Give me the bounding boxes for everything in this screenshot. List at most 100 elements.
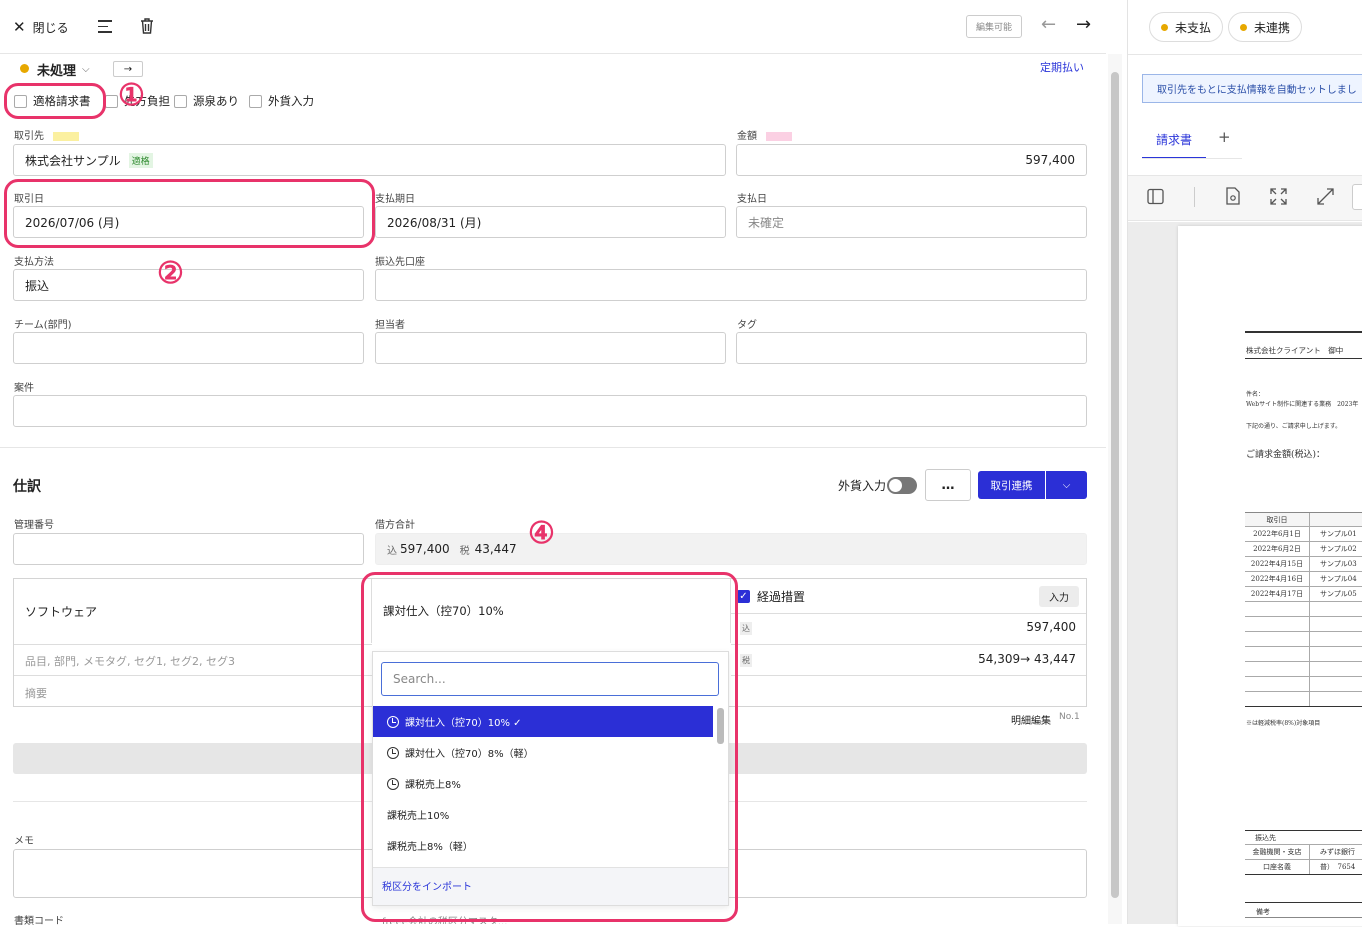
close-button[interactable]: ✕ 閉じる [13,18,69,36]
partner-label: 取引先 [14,127,79,142]
status-dot [1161,23,1168,31]
check-foreign-currency[interactable]: 外貨入力 [249,93,314,109]
tag-field[interactable] [736,332,1087,364]
pdf-cell: 2022年4月15日 [1245,557,1310,571]
more-button[interactable]: … [925,469,971,501]
pdf-subject-label: 件名： [1246,391,1265,398]
pdf-reduced-note: ※は軽減税率(8%)対象項目 [1246,720,1321,727]
document-settings-icon[interactable] [1225,187,1240,205]
sidebar-toggle-icon[interactable] [1147,188,1164,205]
pdf-cell: サンプル01 [1320,530,1357,538]
pdf-cell: サンプル03 [1320,560,1357,568]
case-field[interactable] [13,395,1087,427]
amount-field[interactable]: 597,400 [736,144,1087,176]
checkbox[interactable] [105,94,118,108]
pdf-table-row [1245,662,1362,677]
close-label: 閉じる [32,20,69,35]
summary-field[interactable]: 摘要 [25,685,47,701]
account-cell[interactable]: ソフトウェア [25,603,97,620]
check-label: 外貨入力 [268,94,314,108]
annotation-box-2 [4,179,375,248]
pdf-rule [1245,917,1362,918]
link-transaction-dropdown[interactable]: ⌵ [1046,471,1087,499]
autoset-info: 取引先をもとに支払情報を自動セットしまし [1142,74,1362,103]
pdf-cell: みずほ銀行 [1320,848,1355,856]
pdf-rule [1245,331,1362,333]
annotation-box-4 [361,572,738,922]
status-next-button[interactable]: → [113,61,143,77]
add-tab-button[interactable]: + [1218,128,1231,146]
pdf-rule [1245,358,1362,359]
method-label: 支払方法 [14,257,54,268]
line-amount[interactable]: 597,400 [990,620,1076,634]
close-icon: ✕ [13,18,26,36]
link-button-label: 取引連携 [990,479,1033,492]
pdf-cell: サンプル05 [1320,590,1357,598]
pdf-table-row [1245,692,1362,707]
annotation-box-1 [4,83,106,119]
status-dropdown[interactable]: 未処理 ⌵ [37,60,90,79]
tag-label: タグ [737,320,757,331]
pdf-cell: 2022年4月16日 [1245,572,1310,586]
chevron-down-icon: ⌵ [1062,479,1071,491]
pdf-note: 下記の通り、ご請求申し上げます。 [1246,423,1342,430]
pdf-table-row: 2022年6月1日 サンプル01 [1245,527,1362,542]
transitional-label: 経過措置 [757,590,806,604]
fit-screen-icon[interactable] [1270,188,1287,205]
unlinked-chip[interactable]: 未連携 [1228,12,1303,42]
mgmt-field[interactable] [13,533,364,565]
checkbox[interactable] [249,94,262,108]
pdf-cell: サンプル04 [1320,575,1357,583]
unpaid-chip[interactable]: 未支払 [1149,12,1224,42]
annotation-number-2: ② [157,256,184,291]
check-withholding[interactable]: 源泉あり [174,93,239,109]
next-arrow-icon[interactable]: → [1076,14,1091,35]
fx-toggle[interactable] [887,477,917,494]
checkbox[interactable] [174,94,187,108]
tab-invoice[interactable]: 請求書 [1156,131,1192,148]
pdf-bank-row: 金融機関・支店 みずほ銀行 [1245,845,1362,860]
menu-icon[interactable] [98,20,112,33]
line-number: No.1 [1059,712,1080,722]
scrollbar-thumb[interactable] [1111,72,1119,898]
method-field[interactable]: 振込 [13,269,364,301]
pay-date-field[interactable]: 未確定 [736,206,1087,238]
due-date-label: 支払期日 [375,194,415,205]
trash-icon[interactable] [139,17,155,35]
cell-line [731,613,1086,614]
link-transaction-button[interactable]: 取引連携 [978,471,1045,499]
debit-total: 込 597,400 税 43,447 [375,533,1087,565]
journal-title: 仕訳 [13,479,41,495]
pdf-total-label: ご請求金額(税込)： [1246,450,1326,460]
pay-date-placeholder: 未確定 [748,215,785,230]
pdf-rule [1245,902,1362,903]
segments-field[interactable]: 品目, 部門, メモタグ, セグ1, セグ2, セグ3 [25,653,235,669]
expand-icon[interactable] [1317,188,1334,205]
transitional-checkbox[interactable]: ✓ [737,590,750,603]
pdf-cell: 普） 7654 [1320,863,1356,871]
check-label: 源泉あり [193,94,239,108]
recurring-link[interactable]: 定期払い [1040,59,1084,75]
doc-code-label: 書類コード [14,916,64,927]
tax-prefix: 税 [459,545,470,557]
pdf-bank-row: 口座名義 普） 7654 [1245,860,1362,875]
team-label: チーム(部門) [14,320,72,331]
person-field[interactable] [375,332,726,364]
partner-field[interactable]: 株式会社サンプル 適格 [13,144,726,176]
detail-edit-link[interactable]: 明細編集 [1011,712,1051,727]
pdf-cell: 2022年6月1日 [1245,527,1310,541]
annotation-number-1: ① [118,78,145,113]
pdf-cell: サンプル02 [1320,545,1357,553]
debit-tax-value: 43,447 [474,542,517,556]
team-field[interactable] [13,332,364,364]
pdf-table-row [1245,617,1362,632]
pdf-cell: 振込先 [1255,833,1276,842]
prev-arrow-icon[interactable]: ← [1041,14,1056,35]
account-field[interactable] [375,269,1087,301]
pdf-table-row [1245,677,1362,692]
due-date-field[interactable]: 2026/08/31 (月) [375,206,726,238]
input-button[interactable]: 入力 [1039,586,1079,607]
line-tax-amount[interactable]: 54,309→ 43,447 [930,652,1076,666]
toolbar-more-edge[interactable] [1352,184,1362,210]
cell-line [731,644,1086,645]
